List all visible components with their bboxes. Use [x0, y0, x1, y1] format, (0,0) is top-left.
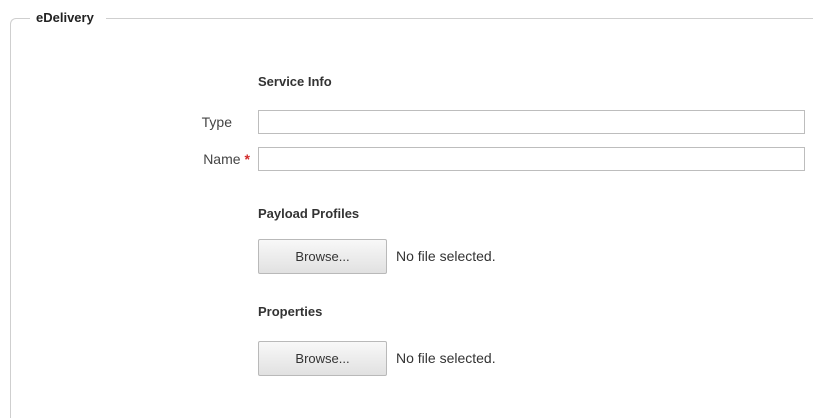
payload-profiles-browse-button[interactable]: Browse... [258, 239, 387, 274]
type-input[interactable] [258, 110, 805, 134]
type-label: Type [201, 114, 232, 130]
required-mark: * [244, 151, 250, 167]
name-label-group: Name * [160, 151, 250, 167]
name-label: Name [203, 151, 241, 167]
payload-profiles-title: Payload Profiles [258, 206, 360, 221]
properties-file-status: No file selected. [396, 350, 496, 366]
payload-profiles-file-status: No file selected. [396, 248, 496, 264]
service-info-title: Service Info [258, 74, 332, 89]
fieldset-legend: eDelivery [30, 9, 106, 27]
properties-title: Properties [258, 304, 323, 319]
properties-browse-button[interactable]: Browse... [258, 341, 387, 376]
name-input[interactable] [258, 147, 805, 171]
